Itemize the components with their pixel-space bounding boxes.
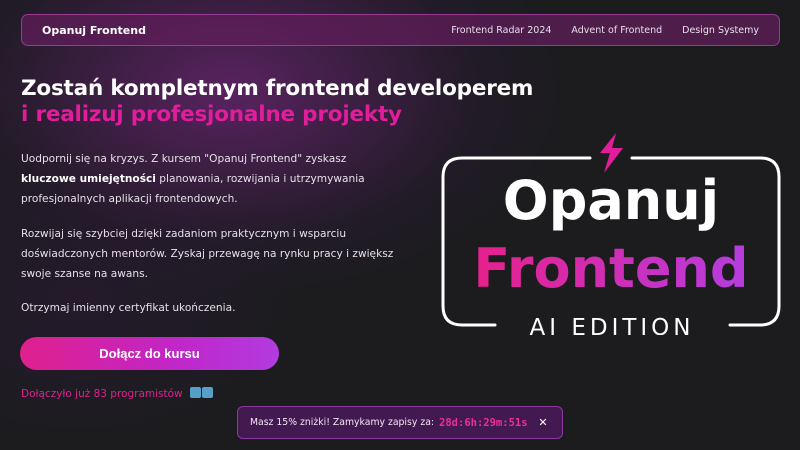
joined-count-text: Dołączyło już 83 programistów (21, 387, 214, 401)
p1-text-start: Uodpornij się na kryzys. Z kursem "Opanu… (21, 153, 347, 165)
nav-links: Frontend Radar 2024 Advent of Frontend D… (451, 25, 759, 36)
opanuj-frontend-ai-edition-logo: Opanuj Frontend AI EDITION (440, 131, 782, 335)
nav-link-frontend-radar[interactable]: Frontend Radar 2024 (451, 25, 551, 36)
logo-line-2: Frontend (473, 237, 748, 300)
p1-strong-text: kluczowe umiejętności (21, 173, 156, 185)
hero-paragraph-1: Uodpornij się na kryzys. Z kursem "Opanu… (21, 149, 401, 209)
discount-text: Masz 15% zniżki! Zamykamy zapisy za: (250, 417, 435, 428)
hero-paragraph-3: Otrzymaj imienny certyfikat ukończenia. (21, 302, 236, 314)
joined-count-label: Dołączyło już 83 programistów (21, 388, 183, 400)
countdown-timer: 28d:6h:29m:51s (439, 416, 528, 429)
hero-paragraph-2: Rozwijaj się szybciej dzięki zadaniom pr… (21, 228, 394, 280)
brand-logo-text[interactable]: Opanuj Frontend (42, 24, 146, 37)
discount-banner: Masz 15% zniżki! Zamykamy zapisy za: 28d… (237, 406, 563, 439)
logo-edition: AI EDITION (530, 315, 695, 335)
lightning-bolt-icon (600, 133, 623, 173)
headline-line-2: i realizuj profesjonalne projekty (21, 102, 402, 127)
hero-headline: Zostań kompletnym frontend developerem i… (21, 76, 581, 128)
logo-line-1: Opanuj (503, 169, 719, 232)
headline-line-1: Zostań kompletnym frontend developerem (21, 76, 534, 101)
nav-link-design-systemy[interactable]: Design Systemy (682, 25, 759, 36)
top-navbar: Opanuj Frontend Frontend Radar 2024 Adve… (21, 14, 780, 46)
logo-graphic: Opanuj Frontend AI EDITION (441, 133, 781, 335)
join-course-button[interactable]: Dołącz do kursu (20, 337, 279, 370)
nav-link-advent-of-frontend[interactable]: Advent of Frontend (571, 25, 662, 36)
programmers-emoji-icon (189, 387, 214, 401)
close-icon[interactable]: ✕ (536, 416, 550, 429)
